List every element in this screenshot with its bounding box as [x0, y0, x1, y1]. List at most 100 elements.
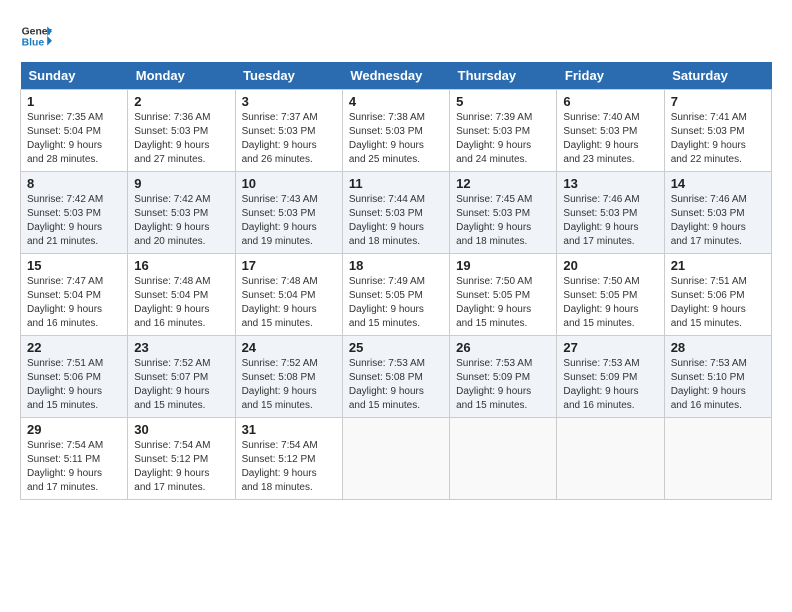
day-info: Sunrise: 7:46 AMSunset: 5:03 PMDaylight:… — [671, 193, 765, 249]
day-number: 9 — [134, 176, 228, 191]
day-info: Sunrise: 7:51 AMSunset: 5:06 PMDaylight:… — [671, 275, 765, 331]
day-info: Sunrise: 7:35 AMSunset: 5:04 PMDaylight:… — [27, 111, 121, 167]
day-number: 5 — [456, 94, 550, 109]
calendar-cell: 24Sunrise: 7:52 AMSunset: 5:08 PMDayligh… — [235, 336, 342, 418]
day-number: 11 — [349, 176, 443, 191]
day-info: Sunrise: 7:53 AMSunset: 5:10 PMDaylight:… — [671, 357, 765, 413]
day-info: Sunrise: 7:40 AMSunset: 5:03 PMDaylight:… — [563, 111, 657, 167]
day-number: 15 — [27, 258, 121, 273]
day-number: 28 — [671, 340, 765, 355]
day-number: 20 — [563, 258, 657, 273]
weekday-saturday: Saturday — [664, 62, 771, 90]
calendar-week-5: 29 Sunrise: 7:54 AMSunset: 5:11 PMDayligh… — [21, 418, 772, 500]
calendar-cell: 17Sunrise: 7:48 AMSunset: 5:04 PMDayligh… — [235, 254, 342, 336]
day-number: 21 — [671, 258, 765, 273]
calendar-cell: 9 Sunrise: 7:42 AMSunset: 5:03 PMDaylight… — [128, 172, 235, 254]
day-number: 3 — [242, 94, 336, 109]
day-number: 6 — [563, 94, 657, 109]
calendar-cell — [450, 418, 557, 500]
day-info: Sunrise: 7:54 AMSunset: 5:11 PMDaylight:… — [27, 439, 121, 495]
weekday-tuesday: Tuesday — [235, 62, 342, 90]
calendar-table: SundayMondayTuesdayWednesdayThursdayFrid… — [20, 62, 772, 500]
calendar-cell: 30 Sunrise: 7:54 AMSunset: 5:12 PMDayligh… — [128, 418, 235, 500]
svg-text:Blue: Blue — [22, 38, 45, 49]
day-number: 22 — [27, 340, 121, 355]
day-info: Sunrise: 7:42 AMSunset: 5:03 PMDaylight:… — [134, 193, 228, 249]
day-info: Sunrise: 7:51 AMSunset: 5:06 PMDaylight:… — [27, 357, 121, 413]
day-info: Sunrise: 7:36 AMSunset: 5:03 PMDaylight:… — [134, 111, 228, 167]
calendar-cell — [342, 418, 449, 500]
logo-icon: General Blue — [20, 20, 52, 52]
calendar-cell: 10Sunrise: 7:43 AMSunset: 5:03 PMDayligh… — [235, 172, 342, 254]
day-number: 8 — [27, 176, 121, 191]
day-number: 18 — [349, 258, 443, 273]
day-info: Sunrise: 7:37 AMSunset: 5:03 PMDaylight:… — [242, 111, 336, 167]
day-number: 12 — [456, 176, 550, 191]
calendar-cell: 29 Sunrise: 7:54 AMSunset: 5:11 PMDayligh… — [21, 418, 128, 500]
day-info: Sunrise: 7:53 AMSunset: 5:09 PMDaylight:… — [563, 357, 657, 413]
calendar-cell: 21 Sunrise: 7:51 AMSunset: 5:06 PMDayligh… — [664, 254, 771, 336]
day-info: Sunrise: 7:46 AMSunset: 5:03 PMDaylight:… — [563, 193, 657, 249]
calendar-cell: 31 Sunrise: 7:54 AMSunset: 5:12 PMDayligh… — [235, 418, 342, 500]
day-info: Sunrise: 7:43 AMSunset: 5:03 PMDaylight:… — [242, 193, 336, 249]
calendar-cell: 27 Sunrise: 7:53 AMSunset: 5:09 PMDayligh… — [557, 336, 664, 418]
day-info: Sunrise: 7:38 AMSunset: 5:03 PMDaylight:… — [349, 111, 443, 167]
calendar-cell: 2 Sunrise: 7:36 AMSunset: 5:03 PMDaylight… — [128, 90, 235, 172]
day-info: Sunrise: 7:41 AMSunset: 5:03 PMDaylight:… — [671, 111, 765, 167]
calendar-body: 1 Sunrise: 7:35 AMSunset: 5:04 PMDaylight… — [21, 90, 772, 500]
day-number: 27 — [563, 340, 657, 355]
day-number: 26 — [456, 340, 550, 355]
day-info: Sunrise: 7:39 AMSunset: 5:03 PMDaylight:… — [456, 111, 550, 167]
day-info: Sunrise: 7:49 AMSunset: 5:05 PMDaylight:… — [349, 275, 443, 331]
weekday-thursday: Thursday — [450, 62, 557, 90]
calendar-cell: 12 Sunrise: 7:45 AMSunset: 5:03 PMDayligh… — [450, 172, 557, 254]
calendar-cell: 5 Sunrise: 7:39 AMSunset: 5:03 PMDaylight… — [450, 90, 557, 172]
weekday-wednesday: Wednesday — [342, 62, 449, 90]
calendar-week-3: 15 Sunrise: 7:47 AMSunset: 5:04 PMDayligh… — [21, 254, 772, 336]
day-number: 16 — [134, 258, 228, 273]
day-number: 1 — [27, 94, 121, 109]
day-number: 24 — [242, 340, 336, 355]
day-info: Sunrise: 7:53 AMSunset: 5:08 PMDaylight:… — [349, 357, 443, 413]
day-info: Sunrise: 7:47 AMSunset: 5:04 PMDaylight:… — [27, 275, 121, 331]
calendar-cell: 13 Sunrise: 7:46 AMSunset: 5:03 PMDayligh… — [557, 172, 664, 254]
day-number: 13 — [563, 176, 657, 191]
day-info: Sunrise: 7:42 AMSunset: 5:03 PMDaylight:… — [27, 193, 121, 249]
day-number: 30 — [134, 422, 228, 437]
day-number: 17 — [242, 258, 336, 273]
day-info: Sunrise: 7:53 AMSunset: 5:09 PMDaylight:… — [456, 357, 550, 413]
day-info: Sunrise: 7:54 AMSunset: 5:12 PMDaylight:… — [134, 439, 228, 495]
calendar-cell: 26 Sunrise: 7:53 AMSunset: 5:09 PMDayligh… — [450, 336, 557, 418]
calendar-cell: 6 Sunrise: 7:40 AMSunset: 5:03 PMDaylight… — [557, 90, 664, 172]
day-info: Sunrise: 7:45 AMSunset: 5:03 PMDaylight:… — [456, 193, 550, 249]
calendar-week-4: 22 Sunrise: 7:51 AMSunset: 5:06 PMDayligh… — [21, 336, 772, 418]
calendar-week-1: 1 Sunrise: 7:35 AMSunset: 5:04 PMDaylight… — [21, 90, 772, 172]
day-number: 25 — [349, 340, 443, 355]
day-number: 2 — [134, 94, 228, 109]
day-number: 19 — [456, 258, 550, 273]
calendar-cell: 19Sunrise: 7:50 AMSunset: 5:05 PMDayligh… — [450, 254, 557, 336]
day-number: 4 — [349, 94, 443, 109]
calendar-cell: 20Sunrise: 7:50 AMSunset: 5:05 PMDayligh… — [557, 254, 664, 336]
calendar-cell: 11 Sunrise: 7:44 AMSunset: 5:03 PMDayligh… — [342, 172, 449, 254]
weekday-friday: Friday — [557, 62, 664, 90]
calendar-cell — [664, 418, 771, 500]
weekday-header-row: SundayMondayTuesdayWednesdayThursdayFrid… — [21, 62, 772, 90]
day-info: Sunrise: 7:44 AMSunset: 5:03 PMDaylight:… — [349, 193, 443, 249]
calendar-cell: 22 Sunrise: 7:51 AMSunset: 5:06 PMDayligh… — [21, 336, 128, 418]
calendar-cell: 23Sunrise: 7:52 AMSunset: 5:07 PMDayligh… — [128, 336, 235, 418]
logo: General Blue — [20, 20, 52, 52]
calendar-cell: 28 Sunrise: 7:53 AMSunset: 5:10 PMDayligh… — [664, 336, 771, 418]
day-number: 14 — [671, 176, 765, 191]
calendar-cell: 8 Sunrise: 7:42 AMSunset: 5:03 PMDaylight… — [21, 172, 128, 254]
day-info: Sunrise: 7:54 AMSunset: 5:12 PMDaylight:… — [242, 439, 336, 495]
calendar-cell: 1 Sunrise: 7:35 AMSunset: 5:04 PMDaylight… — [21, 90, 128, 172]
page-header: General Blue — [20, 20, 772, 52]
weekday-sunday: Sunday — [21, 62, 128, 90]
calendar-cell: 15 Sunrise: 7:47 AMSunset: 5:04 PMDayligh… — [21, 254, 128, 336]
day-info: Sunrise: 7:48 AMSunset: 5:04 PMDaylight:… — [134, 275, 228, 331]
day-number: 23 — [134, 340, 228, 355]
day-number: 31 — [242, 422, 336, 437]
day-number: 7 — [671, 94, 765, 109]
day-number: 29 — [27, 422, 121, 437]
